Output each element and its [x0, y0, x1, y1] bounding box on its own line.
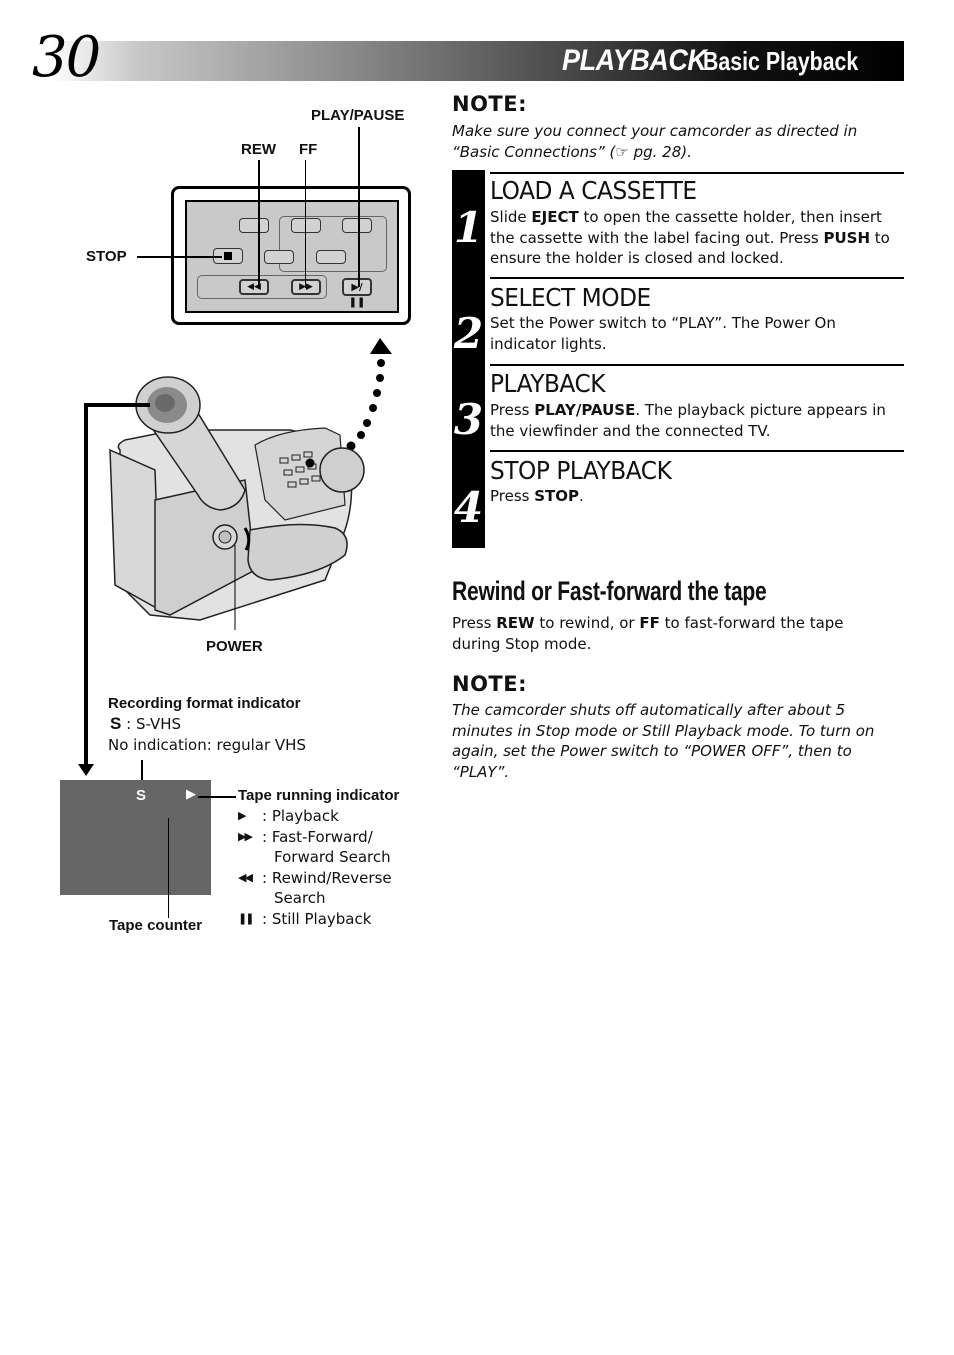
label-play-pause: PLAY/PAUSE: [311, 107, 405, 124]
camcorder-illustration: [109, 338, 392, 630]
note-text-bottom: The camcorder shuts off automatically af…: [452, 701, 875, 781]
fast-forward-icon: ▶▶: [238, 829, 253, 843]
tape-running-item: ◀◀: Rewind/Reverse: [238, 868, 392, 887]
tape-running-screen-indicator: ▶: [186, 787, 196, 802]
tape-running-legend: ▶: Playback ▶▶: Fast-Forward/Forward Sear…: [238, 806, 428, 929]
step-3-body: Press PLAY/PAUSE. The playback picture a…: [490, 401, 886, 440]
rew-button[interactable]: ◀◀: [239, 279, 269, 295]
page-number: 30: [32, 25, 101, 90]
label-ff: FF: [299, 141, 318, 158]
rewind-icon: ◀◀: [238, 870, 253, 884]
ff-button[interactable]: ▶▶: [291, 279, 321, 295]
step-divider: [490, 172, 904, 174]
no-indication-text: No indication: regular VHS: [108, 736, 306, 754]
pause-icon: ❚❚: [238, 911, 254, 925]
recording-format-title: Recording format indicator: [108, 695, 301, 712]
step-2-number: 2: [453, 309, 484, 358]
step-4-title: STOP PLAYBACK: [490, 456, 672, 485]
note-text-top: Make sure you connect your camcorder as …: [452, 122, 858, 161]
step-1-number: 1: [453, 203, 484, 252]
leader-line-stop: [137, 256, 222, 258]
fast-forward-icon: ▶▶: [299, 282, 313, 292]
step-2-title: SELECT MODE: [490, 283, 651, 312]
play-pause-icon: ▶/❚❚: [348, 282, 366, 308]
rewind-section-title: Rewind or Fast-forward the tape: [452, 576, 767, 606]
arrow-up-icon: [370, 338, 392, 354]
arrow-down-icon: [78, 764, 94, 776]
stop-icon: [224, 252, 232, 260]
leader-line-viewfinder: [84, 403, 88, 767]
leader-line-rew: [258, 160, 260, 288]
label-rew: REW: [241, 141, 276, 158]
leader-line-ff: [305, 160, 306, 288]
tape-running-item: Forward Search: [238, 847, 428, 868]
tape-running-item: ▶: Playback: [238, 807, 339, 825]
label-power: POWER: [206, 638, 263, 655]
panel-button[interactable]: [291, 218, 321, 233]
panel-button[interactable]: [264, 250, 294, 264]
step-divider: [490, 277, 904, 279]
tape-running-item: ▶▶: Fast-Forward/: [238, 827, 373, 846]
header-title: PLAYBACK Basic Playback: [546, 41, 892, 81]
leader-line-tape-running: [198, 796, 236, 798]
tape-counter-label: Tape counter: [109, 917, 203, 934]
step-divider: [490, 364, 904, 366]
step-divider: [490, 450, 904, 452]
note-heading-top: NOTE:: [452, 92, 527, 116]
svhs-screen-indicator: S: [136, 787, 147, 804]
step-2-body: Set the Power switch to “PLAY”. The Powe…: [490, 314, 836, 353]
step-3-title: PLAYBACK: [490, 369, 606, 398]
label-stop: STOP: [86, 248, 127, 265]
svhs-legend: S : S-VHS: [110, 714, 182, 733]
viewfinder-display: S ▶: [60, 780, 211, 895]
tape-running-item: ❚❚: Still Playback: [238, 909, 372, 928]
svhs-icon: S: [110, 714, 122, 733]
rewind-section-body: Press REW to rewind, or FF to fast-forwa…: [452, 614, 844, 653]
tape-running-item: Search: [238, 888, 428, 909]
step-4-number: 4: [453, 483, 484, 532]
section-title: PLAYBACK: [562, 44, 707, 77]
panel-button[interactable]: [316, 250, 346, 264]
subsection-title: Basic Playback: [702, 45, 858, 76]
note-heading-bottom: NOTE:: [452, 672, 527, 696]
play-pause-button[interactable]: ▶/❚❚: [342, 278, 372, 308]
panel-button[interactable]: [239, 218, 269, 233]
play-icon: ▶: [238, 809, 246, 822]
leader-line-viewfinder-top: [84, 403, 150, 407]
panel-button[interactable]: [342, 218, 372, 233]
leader-line-tape-counter: [168, 818, 169, 918]
step-3-number: 3: [453, 395, 484, 444]
leader-line-play-pause: [358, 127, 360, 287]
step-1-body: Slide EJECT to open the cassette holder,…: [490, 208, 890, 267]
pointing-hand-icon: ☞: [615, 142, 629, 161]
tape-running-title: Tape running indicator: [238, 787, 400, 804]
step-1-title: LOAD A CASSETTE: [490, 176, 697, 205]
step-4-body: Press STOP.: [490, 487, 584, 505]
